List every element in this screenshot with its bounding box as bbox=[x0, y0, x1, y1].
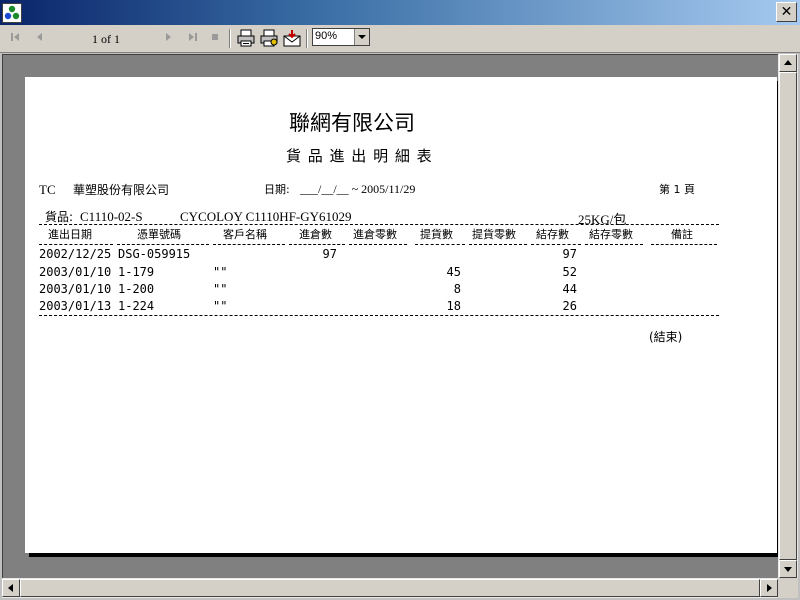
report-page: 聯網有限公司 貨 品 進 出 明 細 表 TC 華塑股份有限公司 日期: ___… bbox=[25, 77, 777, 553]
cell-out-qty: 8 bbox=[453, 282, 461, 296]
app-icon bbox=[2, 3, 22, 23]
cell-balance: 26 bbox=[562, 299, 577, 313]
chevron-left-icon bbox=[8, 584, 13, 592]
cell-date: 2003/01/10 bbox=[39, 265, 112, 279]
cell-balance: 97 bbox=[562, 247, 577, 261]
print-icon bbox=[237, 29, 255, 47]
print-setup-icon bbox=[260, 29, 278, 47]
next-page-button[interactable] bbox=[160, 29, 178, 47]
cell-date: 2003/01/13 bbox=[39, 299, 112, 313]
page-indicator: 1 of 1 bbox=[92, 32, 120, 46]
zoom-value: 90% bbox=[315, 30, 338, 42]
cell-out-qty: 45 bbox=[446, 265, 461, 279]
col-out-qty-header: 提貨數 bbox=[420, 228, 453, 241]
customer-name: 華塑股份有限公司 bbox=[73, 183, 170, 197]
cell-customer: "" bbox=[213, 299, 228, 313]
first-page-icon bbox=[11, 33, 19, 41]
close-button[interactable]: ✕ bbox=[776, 2, 797, 22]
scroll-left-button[interactable] bbox=[2, 579, 20, 597]
product-name: CYCOLOY C1110HF-GY61029 bbox=[180, 209, 352, 224]
cell-doc: 1-179 bbox=[118, 265, 155, 279]
col-remark-header: 備註 bbox=[671, 228, 693, 241]
col-rule bbox=[651, 244, 717, 245]
cell-customer: "" bbox=[213, 265, 228, 279]
company-name: 聯網有限公司 bbox=[289, 111, 415, 135]
stop-icon bbox=[212, 34, 218, 40]
product-label: 貨品: bbox=[45, 210, 74, 224]
cell-customer: "" bbox=[213, 282, 228, 296]
report-viewport: 聯網有限公司 貨 品 進 出 明 細 表 TC 華塑股份有限公司 日期: ___… bbox=[2, 54, 778, 578]
last-page-button[interactable] bbox=[184, 29, 202, 47]
col-rule bbox=[213, 244, 285, 245]
cell-doc: DSG-059915 bbox=[118, 247, 191, 261]
first-page-button[interactable] bbox=[6, 29, 24, 47]
zoom-select[interactable]: 90% bbox=[312, 28, 370, 46]
col-rule bbox=[531, 244, 581, 245]
col-rule bbox=[585, 244, 643, 245]
col-in-frac-header: 進倉零數 bbox=[353, 228, 397, 241]
col-rule bbox=[469, 244, 527, 245]
col-customer-header: 客戶名稱 bbox=[223, 228, 267, 241]
prev-page-button[interactable] bbox=[30, 29, 48, 47]
toolbar-separator bbox=[229, 29, 231, 48]
cell-in-qty: 97 bbox=[322, 247, 337, 261]
end-mark: (結束) bbox=[649, 330, 683, 344]
date-range: ___/__/__ ~ 2005/11/29 bbox=[300, 182, 416, 196]
date-label: 日期: bbox=[264, 183, 290, 196]
scroll-down-button[interactable] bbox=[779, 560, 797, 578]
cell-date: 2003/01/10 bbox=[39, 282, 112, 296]
col-date-header: 進出日期 bbox=[48, 228, 92, 241]
chevron-down-icon[interactable] bbox=[354, 29, 369, 45]
toolbar-separator bbox=[306, 29, 308, 48]
title-bar: ✕ bbox=[0, 0, 800, 25]
chevron-right-icon bbox=[767, 584, 772, 592]
toolbar: 1 of 1 bbox=[0, 25, 800, 53]
col-rule bbox=[415, 244, 465, 245]
product-code: C1110-02-S bbox=[80, 209, 143, 224]
col-doc-header: 憑單號碼 bbox=[137, 228, 181, 241]
print-setup-button[interactable] bbox=[259, 29, 279, 47]
col-out-frac-header: 提貨零數 bbox=[472, 228, 516, 241]
horizontal-scroll-thumb[interactable] bbox=[20, 579, 760, 597]
col-balance-header: 結存數 bbox=[536, 228, 569, 241]
cell-date: 2002/12/25 bbox=[39, 247, 112, 261]
cell-balance: 44 bbox=[562, 282, 577, 296]
col-rule bbox=[39, 244, 113, 245]
export-button[interactable] bbox=[282, 29, 302, 47]
col-rule bbox=[349, 244, 407, 245]
cell-doc: 1-224 bbox=[118, 299, 155, 313]
page-number: 第 1 頁 bbox=[659, 183, 695, 196]
col-in-qty-header: 進倉數 bbox=[299, 228, 332, 241]
print-button[interactable] bbox=[236, 29, 256, 47]
col-bal-frac-header: 結存零數 bbox=[589, 228, 633, 241]
header-rule bbox=[39, 224, 719, 225]
chevron-down-icon bbox=[784, 567, 792, 572]
col-rule bbox=[289, 244, 345, 245]
vertical-scrollbar[interactable] bbox=[778, 54, 798, 578]
vertical-scroll-thumb[interactable] bbox=[779, 72, 797, 560]
close-icon: ✕ bbox=[780, 4, 793, 20]
scroll-up-button[interactable] bbox=[779, 54, 797, 72]
cell-balance: 52 bbox=[562, 265, 577, 279]
horizontal-scrollbar[interactable] bbox=[2, 578, 778, 598]
cell-out-qty: 18 bbox=[446, 299, 461, 313]
scrollbar-corner bbox=[778, 578, 798, 598]
stop-button[interactable] bbox=[206, 29, 224, 47]
customer-code: TC bbox=[39, 182, 56, 197]
col-rule bbox=[117, 244, 209, 245]
report-title: 貨 品 進 出 明 細 表 bbox=[286, 147, 433, 165]
scroll-right-button[interactable] bbox=[760, 579, 778, 597]
footer-rule bbox=[39, 315, 719, 316]
chevron-up-icon bbox=[784, 60, 792, 65]
cell-doc: 1-200 bbox=[118, 282, 155, 296]
last-page-icon bbox=[189, 33, 197, 41]
export-icon bbox=[283, 30, 301, 47]
next-page-icon bbox=[166, 33, 171, 41]
prev-page-icon bbox=[37, 33, 42, 41]
